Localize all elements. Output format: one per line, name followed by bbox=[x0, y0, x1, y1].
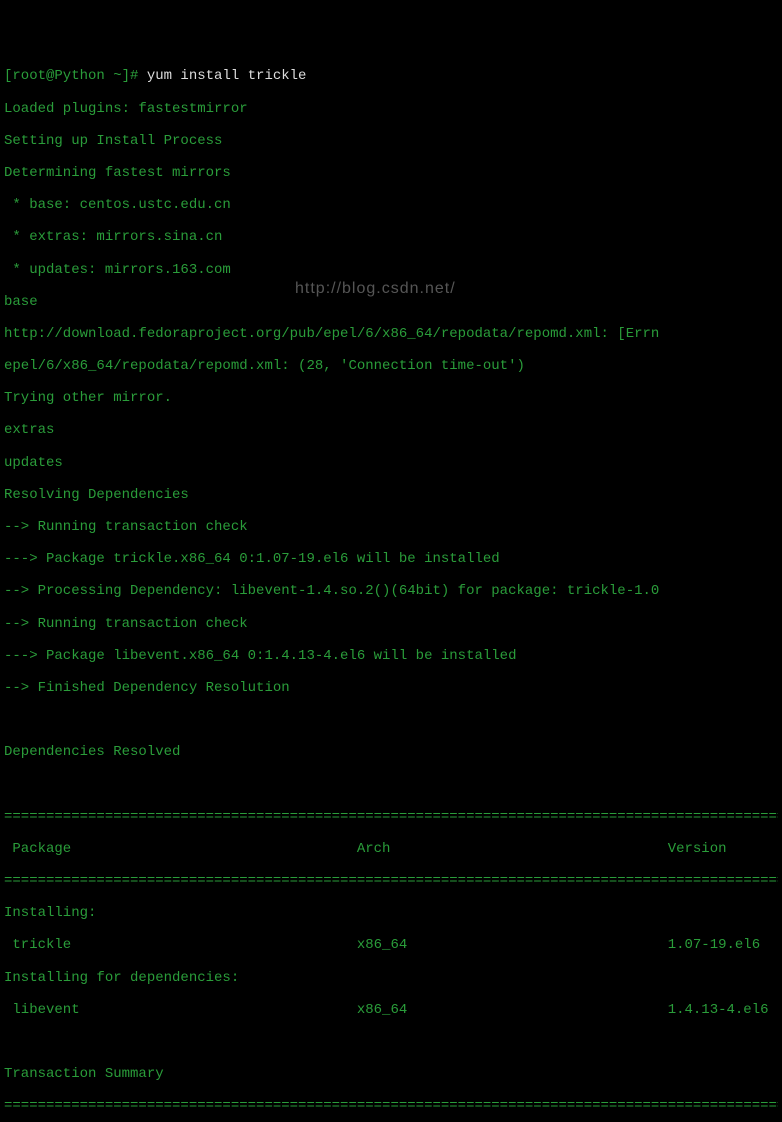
repo-updates: updates bbox=[4, 455, 778, 471]
dep-step: ---> Package libevent.x86_64 0:1.4.13-4.… bbox=[4, 648, 778, 664]
dep-step: --> Running transaction check bbox=[4, 519, 778, 535]
output-line: Determining fastest mirrors bbox=[4, 165, 778, 181]
output-line: Loaded plugins: fastestmirror bbox=[4, 101, 778, 117]
installing-label: Installing: bbox=[4, 905, 778, 921]
table-row: libeventx86_641.4.13-4.el6 bbox=[4, 1002, 778, 1018]
header-version: Version bbox=[668, 841, 727, 857]
dep-step: ---> Package trickle.x86_64 0:1.07-19.el… bbox=[4, 551, 778, 567]
dep-step: --> Processing Dependency: libevent-1.4.… bbox=[4, 583, 778, 599]
tx-summary: Transaction Summary bbox=[4, 1066, 778, 1082]
pkg-arch: x86_64 bbox=[357, 937, 668, 953]
separator: ========================================… bbox=[4, 873, 778, 889]
pkg-version: 1.4.13-4.el6 bbox=[668, 1002, 769, 1018]
blank-line bbox=[4, 712, 778, 728]
trying-mirror: Trying other mirror. bbox=[4, 390, 778, 406]
pkg-arch: x86_64 bbox=[357, 1002, 668, 1018]
pkg-name: trickle bbox=[12, 937, 356, 953]
repo-extras: extras bbox=[4, 422, 778, 438]
dep-step: --> Running transaction check bbox=[4, 616, 778, 632]
output-line: Setting up Install Process bbox=[4, 133, 778, 149]
pkg-version: 1.07-19.el6 bbox=[668, 937, 760, 953]
header-package: Package bbox=[12, 841, 356, 857]
url-error-line: http://download.fedoraproject.org/pub/ep… bbox=[4, 326, 778, 342]
separator: ========================================… bbox=[4, 1098, 778, 1114]
prompt-user-host: [root@Python ~]# bbox=[4, 68, 147, 84]
deps-resolved: Dependencies Resolved bbox=[4, 744, 778, 760]
table-header: PackageArchVersion bbox=[4, 841, 778, 857]
mirror-base: * base: centos.ustc.edu.cn bbox=[4, 197, 778, 213]
separator: ========================================… bbox=[4, 809, 778, 825]
blank-line bbox=[4, 777, 778, 793]
table-row: tricklex86_641.07-19.el6 bbox=[4, 937, 778, 953]
prompt-line[interactable]: [root@Python ~]# yum install trickle bbox=[4, 68, 778, 84]
prompt-command: yum install trickle bbox=[147, 68, 307, 84]
mirror-updates: * updates: mirrors.163.com bbox=[4, 262, 778, 278]
mirror-extras: * extras: mirrors.sina.cn bbox=[4, 229, 778, 245]
dep-step: --> Finished Dependency Resolution bbox=[4, 680, 778, 696]
repo-base: base bbox=[4, 294, 778, 310]
url-error-line2: epel/6/x86_64/repodata/repomd.xml: (28, … bbox=[4, 358, 778, 374]
pkg-name: libevent bbox=[12, 1002, 356, 1018]
blank-line bbox=[4, 1034, 778, 1050]
installing-deps-label: Installing for dependencies: bbox=[4, 970, 778, 986]
resolving-deps: Resolving Dependencies bbox=[4, 487, 778, 503]
header-arch: Arch bbox=[357, 841, 668, 857]
